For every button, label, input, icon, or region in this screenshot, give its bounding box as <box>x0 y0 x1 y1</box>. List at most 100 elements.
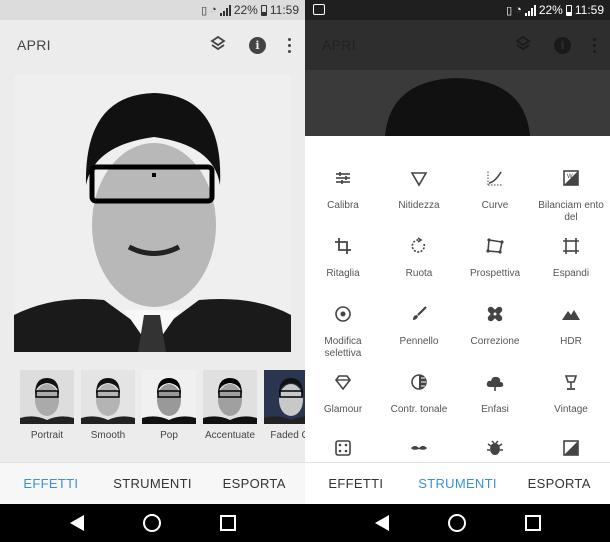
tool-label: Contr. tonale <box>390 404 448 415</box>
dice-icon <box>305 436 381 460</box>
open-button[interactable]: APRI <box>322 37 514 53</box>
more-options-icon[interactable] <box>288 37 291 53</box>
filter-preview <box>142 370 196 424</box>
tool-label: Modifica selettiva <box>324 336 362 359</box>
sliders-icon <box>305 166 381 190</box>
tools-grid: Calibra Nitidezza Curve W Bilanciam ento del… <box>305 136 610 462</box>
back-icon[interactable] <box>374 515 389 531</box>
bandage-icon <box>457 302 533 326</box>
tool-label: Correzione <box>470 336 520 347</box>
status-bar: ▯ ◔ 22% 11:59 <box>0 0 305 20</box>
tool-modifica-selettiva[interactable]: Modifica selettiva <box>305 302 381 360</box>
app-bar: APRI i <box>305 20 610 70</box>
open-button[interactable]: APRI <box>17 37 209 53</box>
tool-label: Glamour <box>323 404 363 415</box>
system-nav-bar <box>305 504 610 542</box>
rotate-icon <box>381 234 457 258</box>
tool-mustache[interactable] <box>381 436 457 460</box>
target-icon <box>305 302 381 326</box>
photo-preview <box>14 75 291 352</box>
frame-icon <box>533 436 609 460</box>
mountain-icon <box>533 302 609 326</box>
filter-thumb[interactable]: Faded Gl <box>264 370 305 462</box>
expand-icon <box>533 234 609 258</box>
tab-esporta[interactable]: ESPORTA <box>508 476 610 491</box>
signal-icon <box>219 4 231 16</box>
svg-text:W: W <box>567 174 573 180</box>
filter-label: Accentuate <box>204 430 256 441</box>
home-icon[interactable] <box>142 514 161 532</box>
tab-esporta[interactable]: ESPORTA <box>203 476 305 491</box>
tool-dice[interactable] <box>305 436 381 460</box>
clock: 11:59 <box>269 3 299 17</box>
tool-prospettiva[interactable]: Prospettiva <box>457 234 533 280</box>
more-options-icon[interactable] <box>593 37 596 53</box>
vibrate-icon: ▯ <box>201 4 208 17</box>
tab-strumenti[interactable]: STRUMENTI <box>102 476 204 491</box>
tool-ruota[interactable]: Ruota <box>381 234 457 280</box>
tool-bilanciam-ento-del[interactable]: W Bilanciam ento del <box>533 166 609 224</box>
tool-bug[interactable] <box>457 436 533 460</box>
tool-correzione[interactable]: Correzione <box>457 302 533 348</box>
tool-label: Ruota <box>405 268 433 279</box>
effects-screen: ▯ ◔ 22% 11:59 APRI i Portrait Smooth Pop… <box>0 0 305 542</box>
tool-espandi[interactable]: Espandi <box>533 234 609 280</box>
wifi-icon: ◔ <box>210 4 217 16</box>
filter-preview <box>20 370 74 424</box>
filter-strip: Portrait Smooth Pop Accentuate Faded Gl <box>0 370 305 462</box>
recents-icon[interactable] <box>219 515 236 531</box>
back-icon[interactable] <box>69 515 84 531</box>
tool-label: Bilanciam ento del <box>538 200 604 223</box>
tool-label: Calibra <box>327 200 359 211</box>
tab-strumenti[interactable]: STRUMENTI <box>407 476 509 491</box>
home-icon[interactable] <box>447 514 466 532</box>
tool-calibra[interactable]: Calibra <box>305 166 381 212</box>
layers-icon[interactable] <box>209 34 227 57</box>
tool-label: Ritaglia <box>326 268 360 279</box>
status-bar: ▯ ◔ 22% 11:59 <box>305 0 610 20</box>
battery-percent: 22% <box>538 3 563 17</box>
battery-icon <box>565 4 572 16</box>
tool-contr-tonale[interactable]: Contr. tonale <box>381 370 457 416</box>
notification-icon <box>313 4 325 15</box>
filter-thumb[interactable]: Pop <box>142 370 196 462</box>
info-icon[interactable]: i <box>554 36 571 54</box>
filter-thumb[interactable]: Smooth <box>81 370 135 462</box>
tool-label: Enfasi <box>481 404 509 415</box>
tool-label: Vintage <box>554 404 588 415</box>
tool-pennello[interactable]: Pennello <box>381 302 457 348</box>
white-balance-icon: W <box>533 166 609 190</box>
cloud-icon <box>457 370 533 394</box>
tool-vintage[interactable]: Vintage <box>533 370 609 416</box>
info-icon[interactable]: i <box>249 36 266 54</box>
tool-label: HDR <box>560 336 582 347</box>
filter-preview <box>81 370 135 424</box>
filter-thumb[interactable]: Portrait <box>20 370 74 462</box>
tool-nitidezza[interactable]: Nitidezza <box>381 166 457 212</box>
tool-label: Pennello <box>399 336 439 347</box>
filter-preview <box>203 370 257 424</box>
perspective-icon <box>457 234 533 258</box>
tool-enfasi[interactable]: Enfasi <box>457 370 533 416</box>
system-nav-bar <box>0 504 305 542</box>
recents-icon[interactable] <box>524 515 541 531</box>
vibrate-icon: ▯ <box>506 4 513 17</box>
battery-percent: 22% <box>233 3 258 17</box>
layers-icon[interactable] <box>514 34 532 57</box>
tab-effetti[interactable]: EFFETTI <box>305 476 407 491</box>
filter-label: Pop <box>160 430 178 441</box>
tool-frame[interactable] <box>533 436 609 460</box>
tool-glamour[interactable]: Glamour <box>305 370 381 416</box>
filter-label: Faded Gl <box>270 430 305 441</box>
tonal-icon <box>381 370 457 394</box>
lamp-icon <box>533 370 609 394</box>
bottom-tabs: EFFETTI STRUMENTI ESPORTA <box>305 462 610 504</box>
tool-ritaglia[interactable]: Ritaglia <box>305 234 381 280</box>
filter-thumb[interactable]: Accentuate <box>203 370 257 462</box>
clock: 11:59 <box>574 3 604 17</box>
tool-hdr[interactable]: HDR <box>533 302 609 348</box>
diamond-icon <box>305 370 381 394</box>
tool-curve[interactable]: Curve <box>457 166 533 212</box>
brush-icon <box>381 302 457 326</box>
tab-effetti[interactable]: EFFETTI <box>0 476 102 491</box>
